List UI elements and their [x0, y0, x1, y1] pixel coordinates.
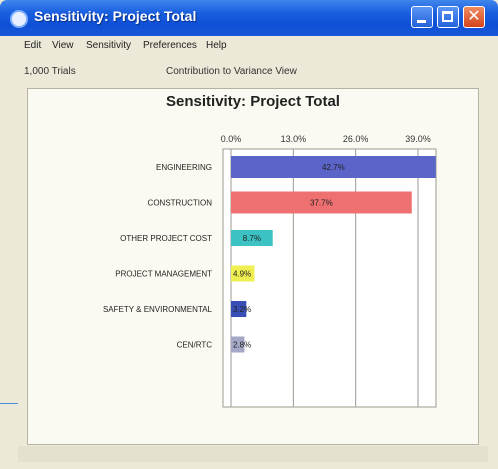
category-label: SAFETY & ENVIRONMENTAL: [103, 305, 213, 314]
menu-help[interactable]: Help: [206, 40, 227, 51]
chart-panel: Sensitivity: Project Total 0.0% 13.0% 26.0…: [27, 88, 479, 445]
menu-sensitivity[interactable]: Sensitivity: [86, 40, 131, 51]
category-label: CONSTRUCTION: [148, 199, 213, 208]
close-button[interactable]: ✕: [463, 6, 485, 28]
connector-line: [0, 403, 18, 404]
sensitivity-window: Sensitivity: Project Total ✕ Edit View S…: [0, 0, 498, 469]
trials-count: 1,000 Trials: [24, 66, 76, 77]
sensitivity-chart: 0.0% 13.0% 26.0% 39.0% ENGINEERING 42.7% CONST…: [103, 134, 437, 408]
data-label: 2.8%: [233, 341, 251, 350]
menu-view[interactable]: View: [52, 40, 74, 51]
menu-edit[interactable]: Edit: [24, 40, 41, 51]
category-label: OTHER PROJECT COST: [120, 234, 212, 243]
x-tick-label: 0.0%: [221, 134, 242, 144]
data-label: 8.7%: [243, 234, 261, 243]
category-label: PROJECT MANAGEMENT: [115, 270, 212, 279]
x-tick-label: 26.0%: [343, 134, 369, 144]
data-label: 4.9%: [233, 270, 251, 279]
menu-preferences[interactable]: Preferences: [143, 40, 197, 51]
minimize-icon: [417, 20, 426, 23]
app-icon: [10, 10, 28, 28]
view-name: Contribution to Variance View: [166, 66, 297, 77]
category-label: CEN/RTC: [177, 341, 213, 350]
maximize-button[interactable]: [437, 6, 459, 28]
plot-area: [222, 148, 437, 408]
category-label: ENGINEERING: [156, 163, 212, 172]
x-tick-label: 13.0%: [281, 134, 307, 144]
minimize-button[interactable]: [411, 6, 433, 28]
data-label: 37.7%: [310, 199, 333, 208]
window-title: Sensitivity: Project Total: [34, 8, 197, 24]
status-bar: [18, 446, 488, 462]
maximize-icon: [442, 11, 453, 22]
menu-bar: Edit View Sensitivity Preferences Help: [0, 36, 498, 56]
close-icon: ✕: [467, 8, 481, 25]
title-bar[interactable]: Sensitivity: Project Total ✕: [0, 0, 498, 36]
data-label: 42.7%: [322, 163, 345, 172]
x-tick-label: 39.0%: [405, 134, 431, 144]
data-label: 3.2%: [233, 305, 251, 314]
